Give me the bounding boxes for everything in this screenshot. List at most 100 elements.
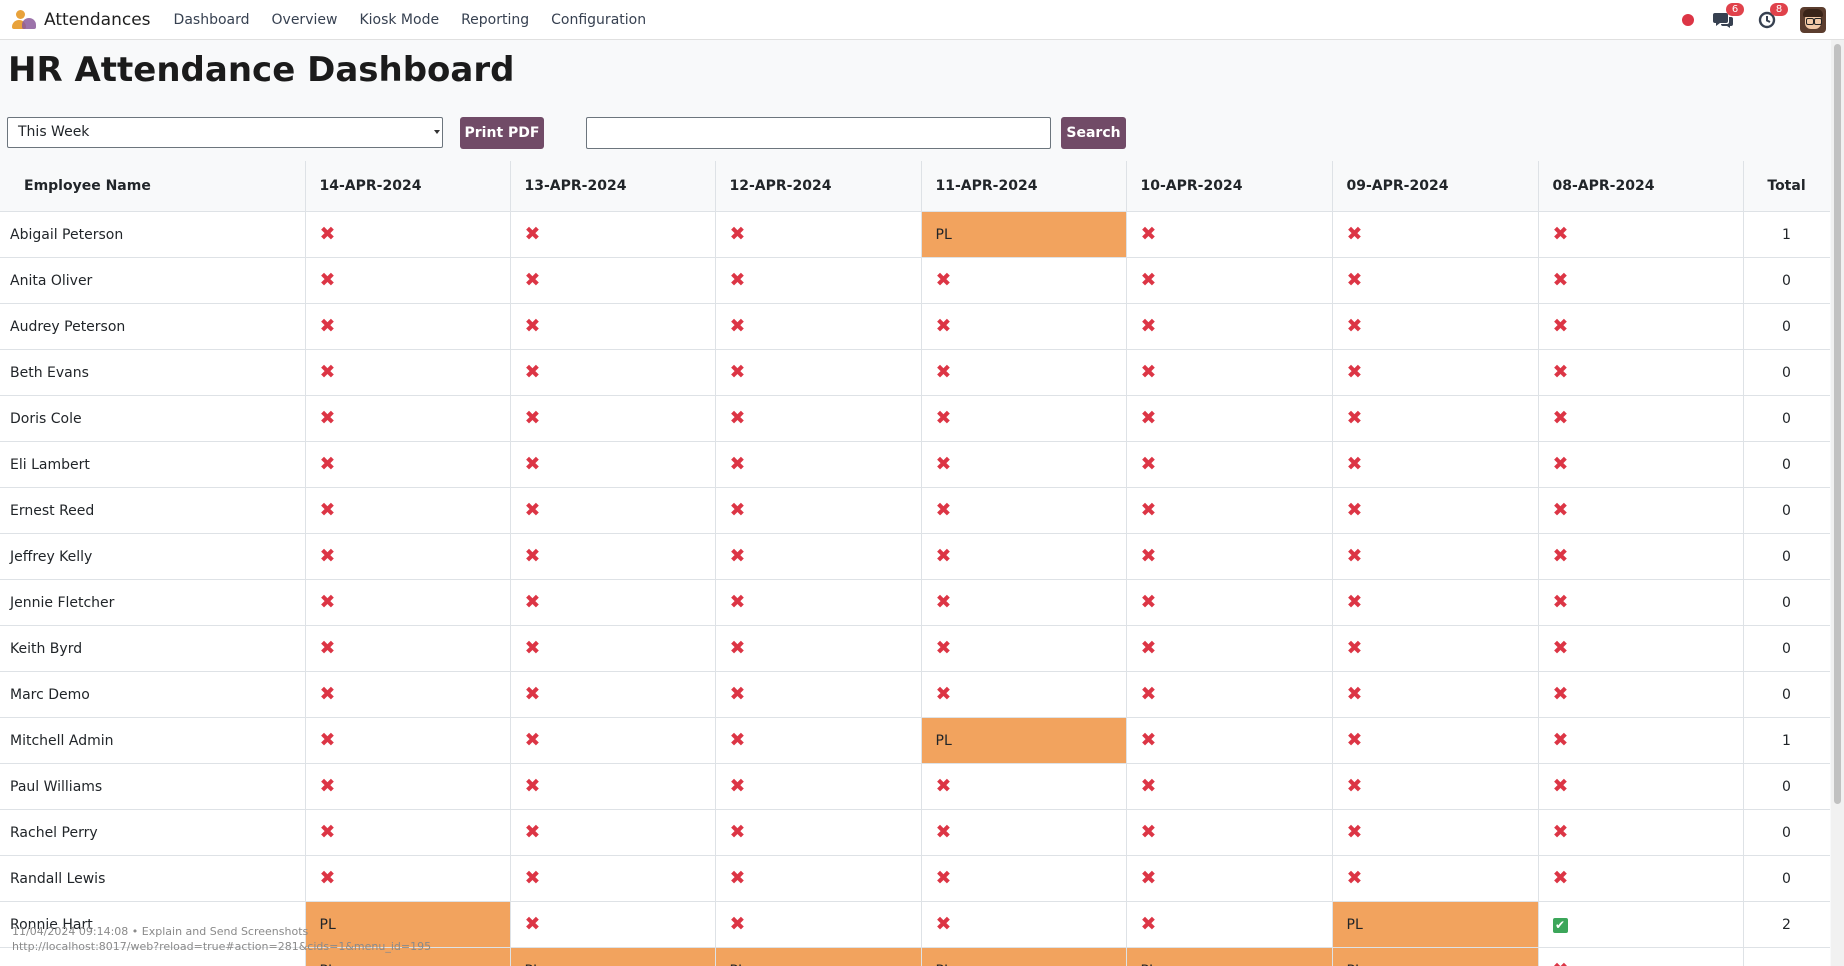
absent-cell: ✖ <box>714 211 922 258</box>
table-row: Randall Lewis ✖ ✖ ✖ ✖ ✖ ✖ ✖ 0 <box>0 855 1830 902</box>
employee-name-cell: Beth Evans <box>0 349 306 396</box>
absent-cell: ✖ <box>714 395 922 442</box>
activities-button[interactable]: 8 <box>1756 3 1788 31</box>
search-input[interactable] <box>586 117 1051 149</box>
cross-mark-icon: ✖ <box>1552 821 1569 843</box>
cross-mark-icon: ✖ <box>319 545 336 567</box>
total-cell: 0 <box>1742 671 1830 718</box>
absent-cell: ✖ <box>920 395 1127 442</box>
cross-mark-icon: ✖ <box>319 499 336 521</box>
absent-cell: ✖ <box>509 533 716 580</box>
absent-cell: ✖ <box>714 717 922 764</box>
cross-mark-icon: ✖ <box>935 269 952 291</box>
absent-cell: ✖ <box>1125 257 1333 304</box>
nav-kiosk-mode[interactable]: Kiosk Mode <box>359 12 439 28</box>
cross-mark-icon: ✖ <box>729 913 746 935</box>
cross-mark-icon: ✖ <box>1140 407 1157 429</box>
absent-cell: ✖ <box>1331 671 1539 718</box>
cross-mark-icon: ✖ <box>524 223 541 245</box>
cross-mark-icon: ✖ <box>1140 591 1157 613</box>
total-cell: 0 <box>1742 303 1830 350</box>
absent-cell: ✖ <box>304 487 511 534</box>
absent-cell: ✖ <box>1331 625 1539 672</box>
messages-count-badge: 6 <box>1726 3 1744 16</box>
cross-mark-icon: ✖ <box>1140 821 1157 843</box>
nav-reporting[interactable]: Reporting <box>461 12 529 28</box>
nav-overview[interactable]: Overview <box>272 12 338 28</box>
column-header-total: Total <box>1742 161 1830 212</box>
period-select[interactable]: This Week <box>7 117 443 148</box>
cross-mark-icon: ✖ <box>1346 867 1363 889</box>
absent-cell: ✖ <box>1125 671 1333 718</box>
nav-dashboard[interactable]: Dashboard <box>174 12 250 28</box>
table-row: Audrey Peterson ✖ ✖ ✖ ✖ ✖ ✖ ✖ 0 <box>0 303 1830 350</box>
cross-mark-icon: ✖ <box>1552 407 1569 429</box>
absent-cell: ✖ <box>714 855 922 902</box>
cross-mark-icon: ✖ <box>319 637 336 659</box>
cross-mark-icon: ✖ <box>319 821 336 843</box>
absent-cell: ✖ <box>509 395 716 442</box>
table-row: Doris Cole ✖ ✖ ✖ ✖ ✖ ✖ ✖ 0 <box>0 395 1830 442</box>
absent-cell: ✖ <box>1125 211 1333 258</box>
employee-name-cell: Rachel Perry <box>0 809 306 856</box>
cross-mark-icon: ✖ <box>1552 867 1569 889</box>
absent-cell: ✖ <box>920 579 1127 626</box>
attendances-app-icon <box>12 9 36 30</box>
messages-button[interactable]: 6 <box>1712 3 1744 31</box>
absent-cell: ✖ <box>714 257 922 304</box>
table-header-row: Employee Name 14-APR-2024 13-APR-2024 12-AP… <box>0 161 1830 212</box>
absent-cell: ✖ <box>1537 441 1744 488</box>
cross-mark-icon: ✖ <box>524 867 541 889</box>
absent-cell: ✖ <box>509 579 716 626</box>
absent-cell: ✖ <box>1537 533 1744 580</box>
total-cell: 2 <box>1742 901 1830 948</box>
absent-cell: ✖ <box>1537 855 1744 902</box>
cross-mark-icon: ✖ <box>1552 729 1569 751</box>
cross-mark-icon: ✖ <box>1552 361 1569 383</box>
cross-mark-icon: ✖ <box>1140 223 1157 245</box>
cross-mark-icon: ✖ <box>935 775 952 797</box>
absent-cell: ✖ <box>1331 855 1539 902</box>
nav-configuration[interactable]: Configuration <box>551 12 646 28</box>
employee-name-cell: Randall Lewis <box>0 855 306 902</box>
absent-cell: ✖ <box>509 303 716 350</box>
cross-mark-icon: ✖ <box>1553 959 1569 966</box>
absent-cell: ✖ <box>304 763 511 810</box>
cross-mark-icon: ✖ <box>1552 637 1569 659</box>
absent-cell: ✖ <box>1331 809 1539 856</box>
absent-cell: ✖ <box>509 211 716 258</box>
absent-cell: ✖ <box>714 349 922 396</box>
navbar-systray: 6 8 <box>1682 0 1826 40</box>
cross-mark-icon: ✖ <box>524 637 541 659</box>
search-button[interactable]: Search <box>1061 117 1126 149</box>
user-avatar[interactable] <box>1800 7 1826 33</box>
scrollbar-thumb[interactable] <box>1834 44 1841 804</box>
absent-cell: ✖ <box>920 671 1127 718</box>
recording-indicator-icon[interactable] <box>1682 14 1694 26</box>
cross-mark-icon: ✖ <box>1346 729 1363 751</box>
activities-count-badge: 8 <box>1770 3 1788 16</box>
absent-cell: ✖ <box>1125 487 1333 534</box>
absent-cell: ✖ <box>1125 579 1333 626</box>
app-brand[interactable]: Attendances <box>12 9 163 30</box>
page-scrollbar[interactable] <box>1831 40 1844 966</box>
absent-cell: ✖ <box>304 671 511 718</box>
cross-mark-icon: ✖ <box>319 315 336 337</box>
cross-mark-icon: ✖ <box>1140 453 1157 475</box>
table-row: Rachel Perry ✖ ✖ ✖ ✖ ✖ ✖ ✖ 0 <box>0 809 1830 856</box>
cross-mark-icon: ✖ <box>1140 315 1157 337</box>
top-navbar: Attendances Dashboard Overview Kiosk Mod… <box>0 0 1844 40</box>
absent-cell: ✖ <box>1331 211 1539 258</box>
cross-mark-icon: ✖ <box>1346 407 1363 429</box>
print-pdf-button[interactable]: Print PDF <box>460 117 544 149</box>
absent-cell: ✖ <box>1125 855 1333 902</box>
absent-cell: ✖ <box>1537 625 1744 672</box>
period-select-value: This Week <box>18 124 90 140</box>
absent-cell: ✖ <box>509 901 716 948</box>
absent-cell: ✖ <box>1125 395 1333 442</box>
cross-mark-icon: ✖ <box>1346 821 1363 843</box>
absent-cell: ✖ <box>1537 211 1744 258</box>
cross-mark-icon: ✖ <box>729 821 746 843</box>
cross-mark-icon: ✖ <box>1552 453 1569 475</box>
cross-mark-icon: ✖ <box>729 269 746 291</box>
